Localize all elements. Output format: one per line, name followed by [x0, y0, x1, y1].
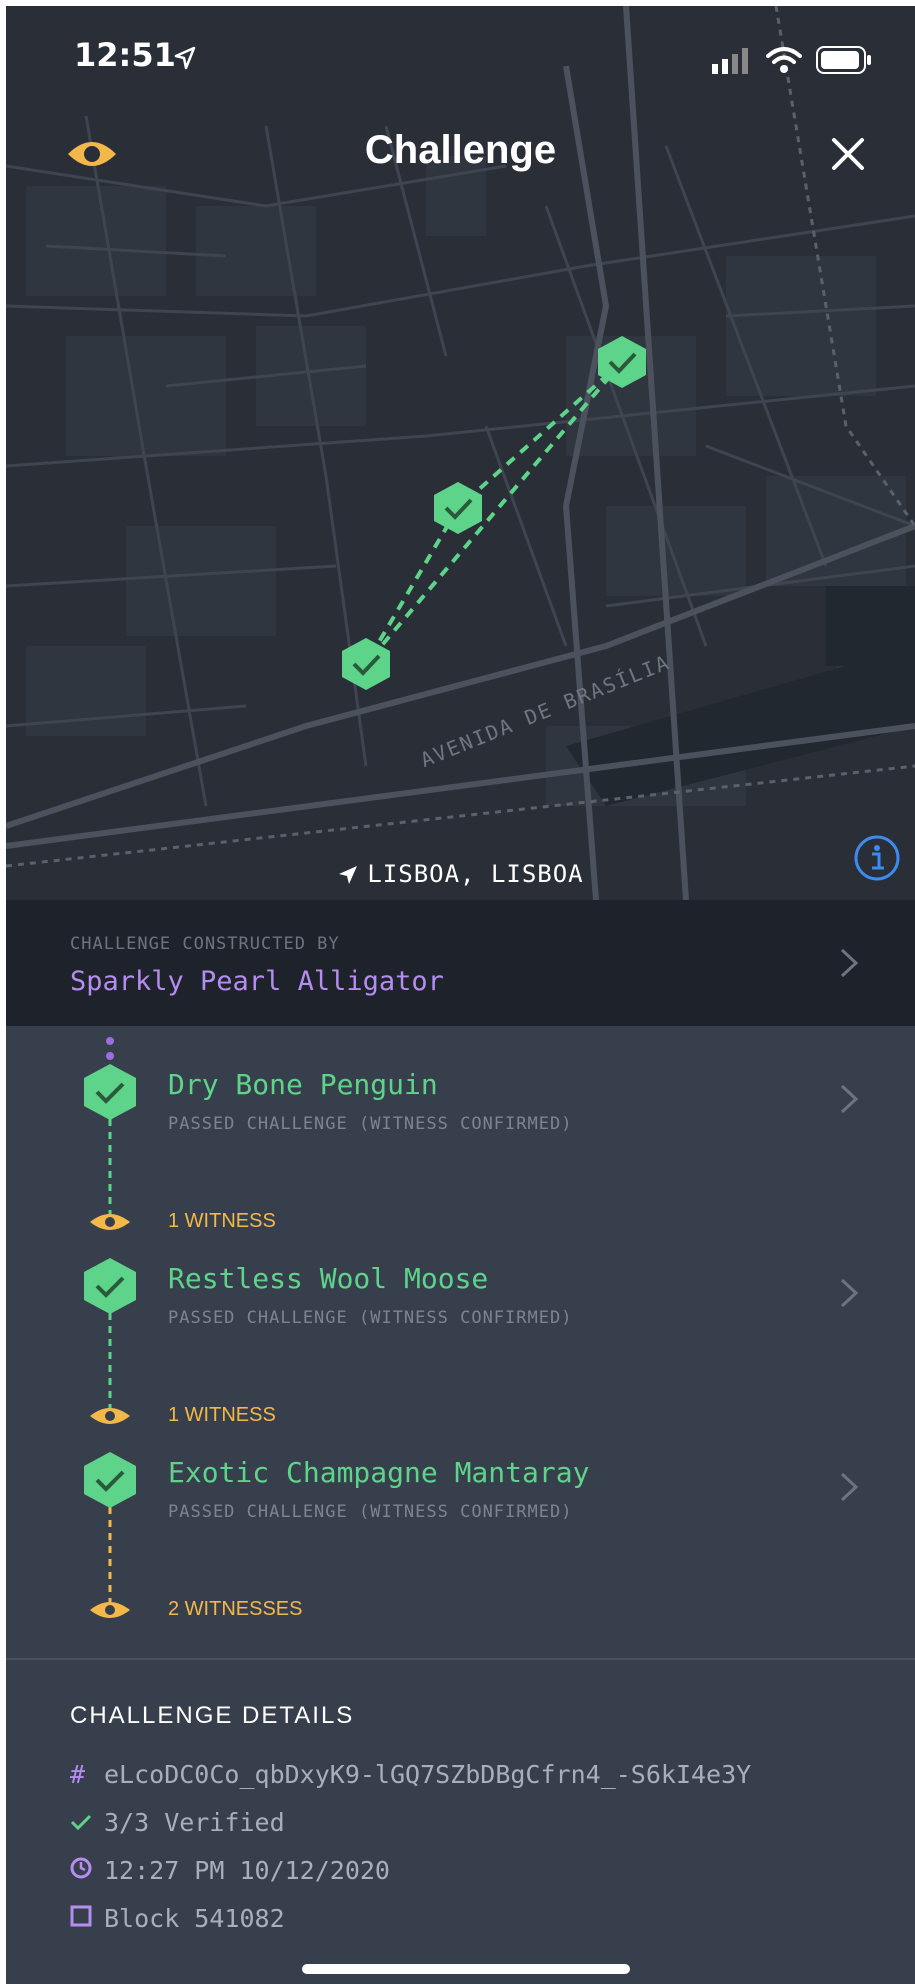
details-title: CHALLENGE DETAILS	[70, 1702, 355, 1729]
battery-icon	[816, 46, 871, 74]
signal-icon	[712, 48, 748, 74]
details-hash[interactable]: # eLcoDC0Co_qbDxyK9-lGQ7SZbDBgCfrn4_-S6kI…	[70, 1760, 751, 1789]
constructor-label: CHALLENGE CONSTRUCTED BY	[70, 934, 340, 954]
witness-row[interactable]: Restless Wool Moose PASSED CHALLENGE (WI…	[6, 1260, 915, 1380]
details-verified: 3/3 Verified	[70, 1808, 285, 1837]
witness-status: PASSED CHALLENGE (WITNESS CONFIRMED)	[168, 1114, 573, 1134]
wifi-icon	[766, 47, 802, 73]
witness-name: Exotic Champagne Mantaray	[168, 1456, 590, 1489]
clock-icon	[70, 1856, 104, 1885]
timestamp-value: 12:27 PM 10/12/2020	[104, 1856, 390, 1885]
hash-icon: #	[70, 1760, 86, 1789]
eye-icon	[90, 1602, 130, 1618]
constructor-name: Sparkly Pearl Alligator	[70, 966, 444, 997]
page-title: Challenge	[364, 128, 557, 172]
status-bar: 12:51	[6, 6, 915, 116]
chevron-right-icon	[840, 1084, 859, 1114]
chevron-right-icon	[840, 948, 859, 978]
details-timestamp: 12:27 PM 10/12/2020	[70, 1856, 390, 1885]
witness-count[interactable]: 1 WITNESS	[168, 1404, 276, 1427]
location-arrow-icon	[339, 866, 358, 884]
eye-icon	[90, 1214, 130, 1230]
witness-row[interactable]: Dry Bone Penguin PASSED CHALLENGE (WITNE…	[6, 1066, 915, 1186]
check-icon	[70, 1808, 104, 1837]
chevron-right-icon	[840, 1472, 859, 1502]
details-block[interactable]: Block 541082	[70, 1904, 285, 1933]
location-label: LISBOA, LISBOA	[6, 860, 915, 888]
witness-list: Dry Bone Penguin PASSED CHALLENGE (WITNE…	[6, 1026, 915, 1646]
witness-name: Dry Bone Penguin	[168, 1068, 438, 1101]
witness-name: Restless Wool Moose	[168, 1262, 489, 1295]
hash-value: eLcoDC0Co_qbDxyK9-lGQ7SZbDBgCfrn4_-S6kI4…	[104, 1760, 752, 1789]
app-screen: AVENIDA DE BRASÍLIA 12:51 Challenge LISB…	[6, 6, 915, 1984]
challenge-details: CHALLENGE DETAILS # eLcoDC0Co_qbDxyK9-lGQ…	[6, 1660, 915, 1984]
location-arrow-icon	[174, 46, 196, 70]
constructor-row[interactable]: CHALLENGE CONSTRUCTED BY Sparkly Pearl A…	[6, 900, 915, 1026]
witness-count[interactable]: 1 WITNESS	[168, 1210, 276, 1233]
witness-count[interactable]: 2 WITNESSES	[168, 1598, 302, 1621]
chevron-right-icon	[840, 1278, 859, 1308]
status-time: 12:51	[74, 36, 176, 74]
location-text: LISBOA, LISBOA	[367, 860, 584, 888]
close-icon[interactable]	[828, 134, 868, 174]
eye-icon	[90, 1408, 130, 1424]
witness-status: PASSED CHALLENGE (WITNESS CONFIRMED)	[168, 1502, 573, 1522]
verified-value: 3/3 Verified	[104, 1808, 285, 1837]
witness-row[interactable]: Exotic Champagne Mantaray PASSED CHALLEN…	[6, 1454, 915, 1574]
home-indicator[interactable]	[302, 1964, 630, 1974]
block-value: Block 541082	[104, 1904, 285, 1933]
witness-status: PASSED CHALLENGE (WITNESS CONFIRMED)	[168, 1308, 573, 1328]
info-icon[interactable]	[853, 834, 901, 882]
challenge-map[interactable]: AVENIDA DE BRASÍLIA 12:51 Challenge LISB…	[6, 6, 915, 900]
block-icon	[70, 1904, 104, 1933]
